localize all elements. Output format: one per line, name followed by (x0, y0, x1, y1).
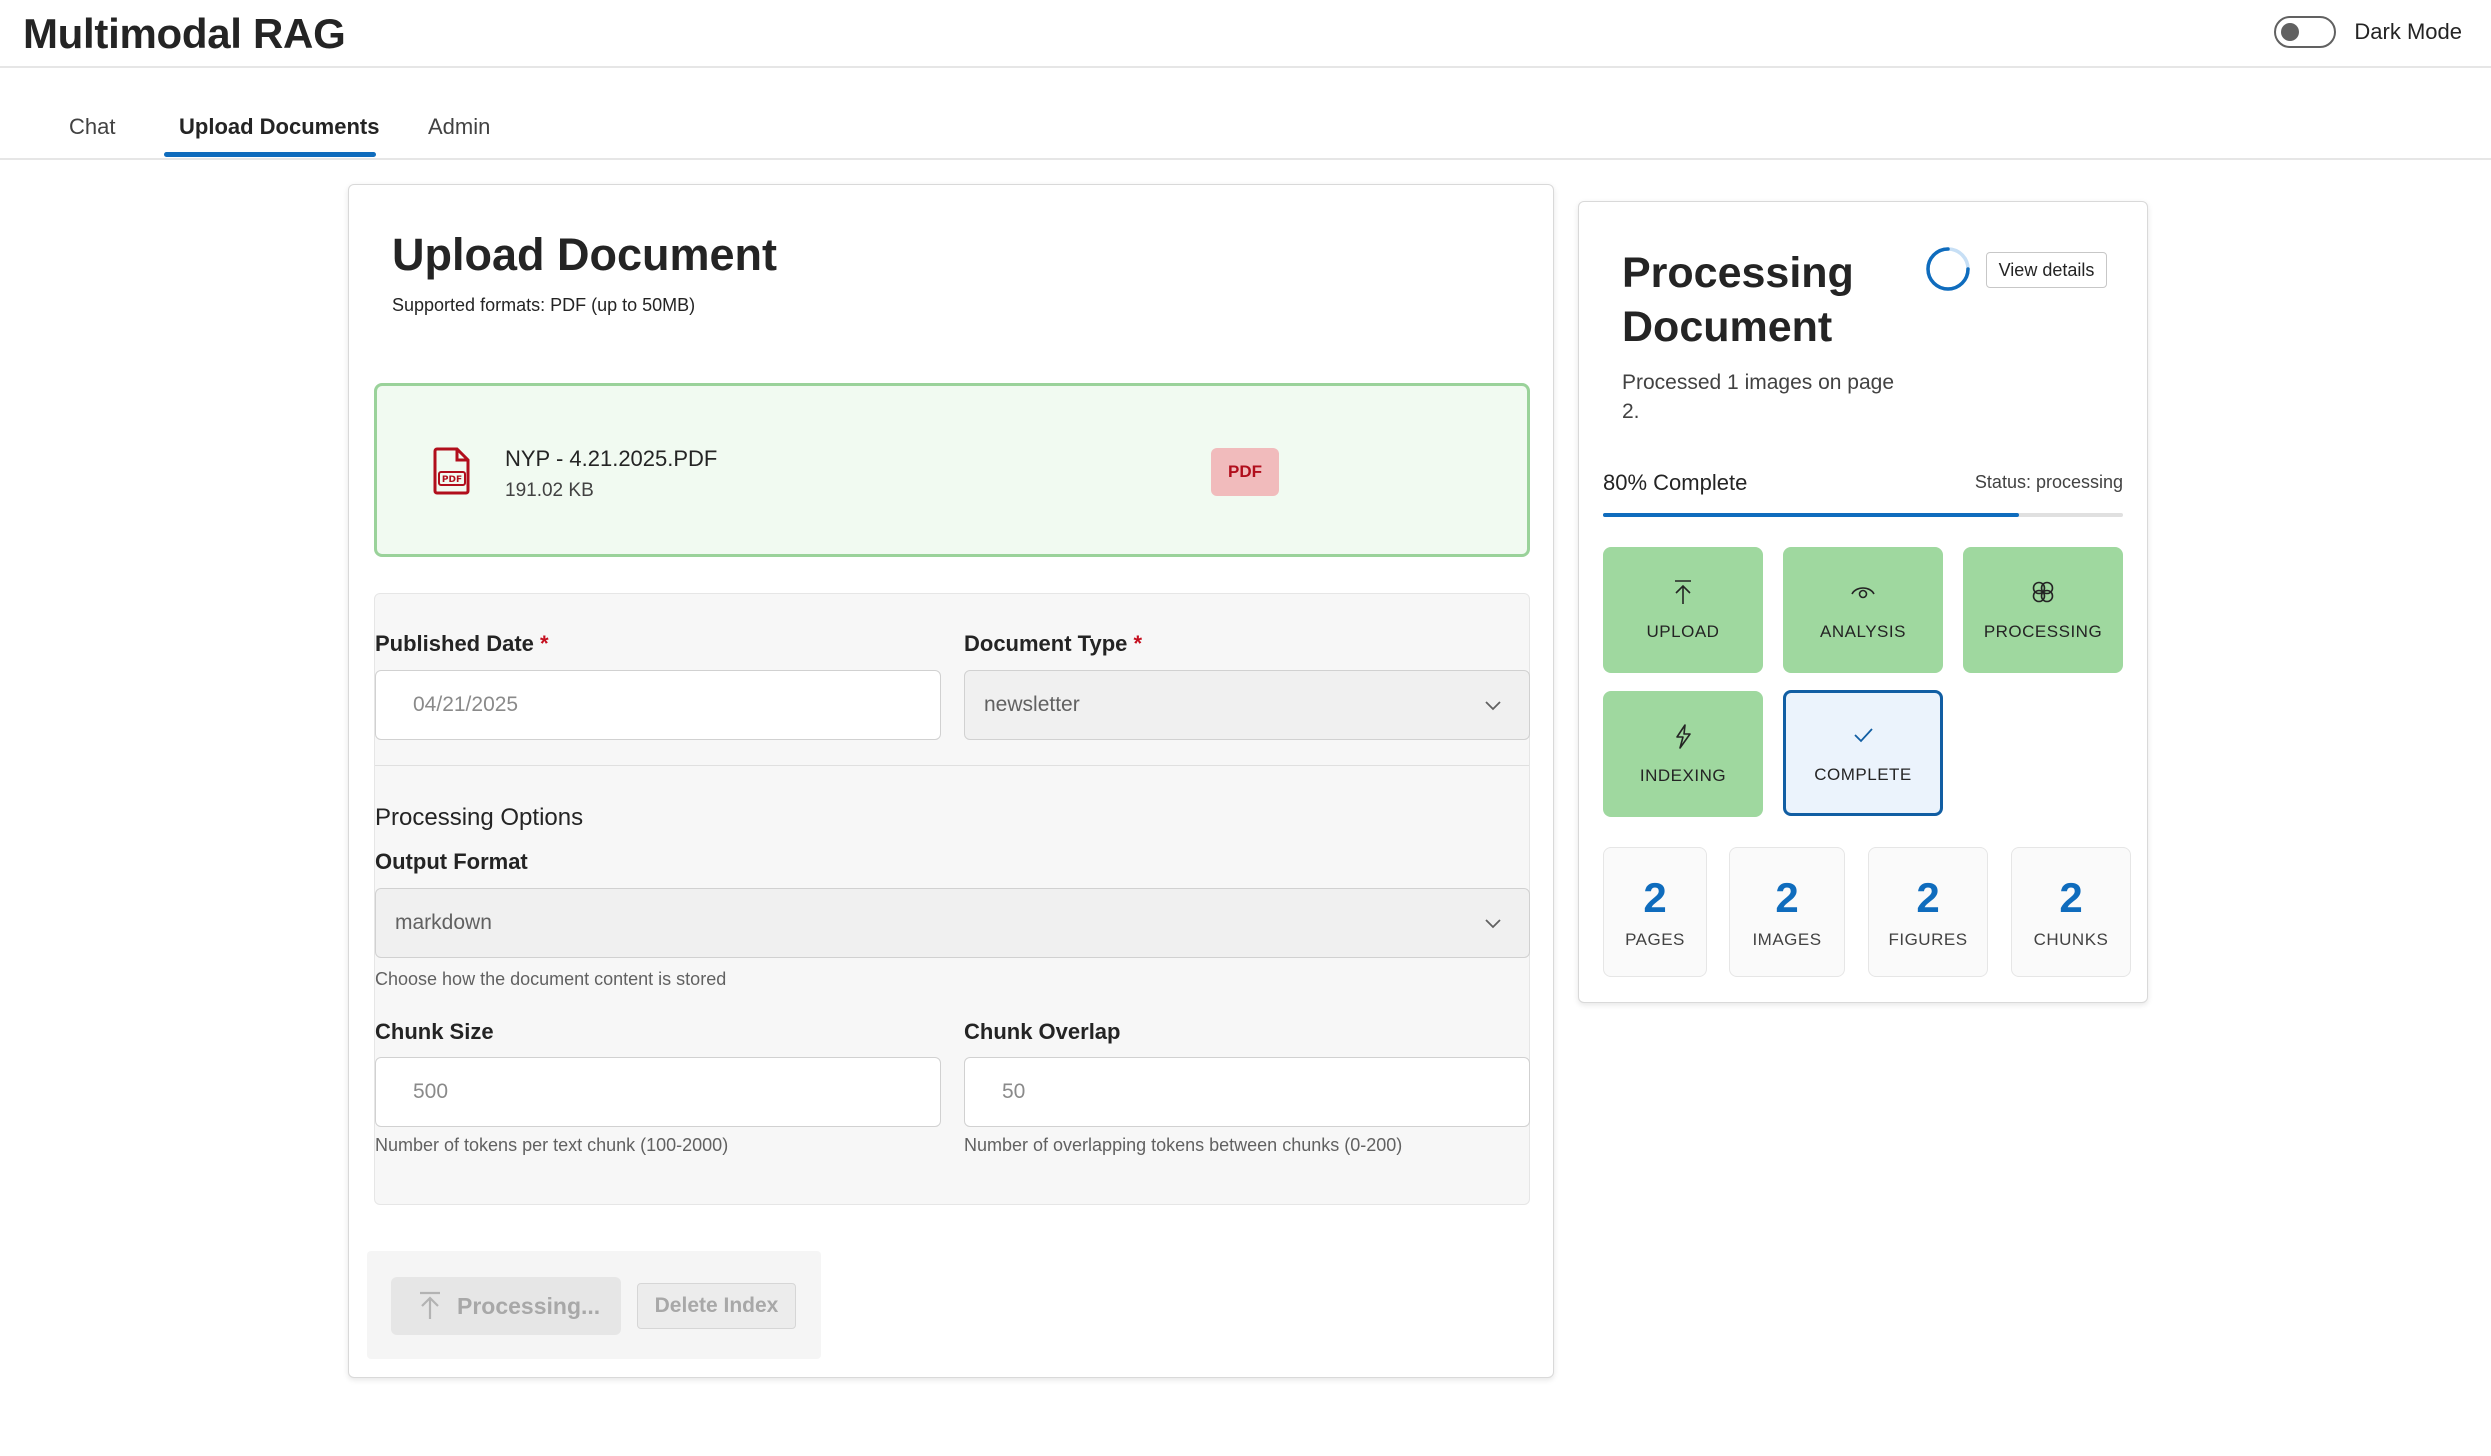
arrow-up-icon (1675, 580, 1691, 604)
step-processing: PROCESSING (1963, 547, 2123, 673)
chunk-overlap-input[interactable]: 50 (964, 1057, 1530, 1127)
chunk-size-input[interactable]: 500 (375, 1057, 941, 1127)
upload-card-title: Upload Document (392, 229, 778, 280)
stat-label: FIGURES (1888, 930, 1968, 949)
step-label: COMPLETE (1814, 765, 1912, 784)
stat-value: 2 (2059, 874, 2083, 921)
dark-mode-toggle[interactable] (2274, 16, 2337, 48)
svg-text:PDF: PDF (442, 475, 462, 485)
flash-icon (1676, 724, 1691, 749)
stat-label: PAGES (1625, 930, 1685, 949)
stat-label: CHUNKS (2033, 930, 2109, 949)
arrow-up-icon (420, 1291, 440, 1319)
pdf-file-icon: PDF (433, 447, 470, 495)
chunk-size-hint: Number of tokens per text chunk (100-200… (375, 1135, 729, 1155)
document-form: Published Date * 04/21/2025 Document Typ… (374, 593, 1530, 1205)
process-button-label: Processing... (457, 1292, 601, 1319)
processing-options-heading: Processing Options (375, 804, 584, 831)
output-format-label: Output Format (375, 849, 528, 874)
step-label: PROCESSING (1983, 622, 2103, 641)
stat-value: 2 (1916, 874, 1940, 921)
app-header: Multimodal RAG Dark Mode (0, 0, 2491, 68)
step-complete: COMPLETE (1783, 690, 1943, 816)
step-indexing: INDEXING (1603, 691, 1763, 817)
output-format-select[interactable]: markdown (375, 888, 1530, 958)
published-date-input[interactable]: 04/21/2025 (375, 670, 941, 740)
chunk-size-label: Chunk Size (375, 1019, 494, 1044)
tab-bar: Chat Upload Documents Admin (0, 68, 2491, 160)
loading-spinner-icon (1926, 247, 1970, 291)
output-format-hint: Choose how the document content is store… (375, 969, 727, 989)
file-type-badge: PDF (1211, 448, 1279, 496)
supported-formats-text: Supported formats: PDF (up to 50MB) (392, 295, 696, 315)
stat-chunks: 2 CHUNKS (2011, 847, 2131, 977)
chunk-overlap-hint: Number of overlapping tokens between chu… (964, 1135, 1403, 1155)
upload-document-card: Upload Document Supported formats: PDF (… (348, 184, 1554, 1378)
delete-index-button[interactable]: Delete Index (637, 1283, 796, 1329)
form-divider (375, 765, 1529, 766)
required-mark: * (540, 631, 549, 656)
view-details-button[interactable]: View details (1986, 252, 2107, 288)
active-tab-indicator (164, 152, 376, 157)
progress-bar (1603, 513, 2123, 517)
checkmark-icon (1854, 728, 1873, 743)
progress-percent: 80% Complete (1603, 470, 1748, 495)
dark-mode-label: Dark Mode (2354, 19, 2462, 44)
chunk-overlap-label: Chunk Overlap (964, 1019, 1121, 1044)
required-mark: * (1133, 631, 1143, 656)
action-buttons: Processing... Delete Index (367, 1251, 821, 1359)
output-format-value: markdown (395, 911, 492, 934)
app-title: Multimodal RAG (23, 10, 346, 57)
document-type-label: Document Type * (964, 631, 1142, 657)
step-analysis: ANALYSIS (1783, 547, 1943, 673)
step-label: INDEXING (1639, 766, 1727, 785)
step-label: ANALYSIS (1820, 622, 1906, 641)
stat-figures: 2 FIGURES (1868, 847, 1988, 977)
processing-status: Status: processing (1974, 472, 2123, 492)
eye-icon (1851, 587, 1875, 599)
process-button[interactable]: Processing... (391, 1277, 621, 1335)
document-type-value: newsletter (984, 693, 1080, 716)
file-name: NYP - 4.21.2025.PDF (505, 446, 718, 471)
processing-message: Processed 1 images on page 2. (1622, 371, 1895, 423)
chevron-down-icon (1485, 919, 1501, 929)
processing-title: Processing Document (1622, 249, 1854, 351)
chevron-down-icon (1485, 701, 1501, 711)
brain-icon (2032, 581, 2054, 603)
processing-status-card: Processing Document View details Process… (1578, 201, 2148, 1003)
stat-images: 2 IMAGES (1729, 847, 1845, 977)
published-date-label-text: Published Date (375, 631, 534, 656)
published-date-label: Published Date * (375, 631, 549, 657)
dark-mode-control: Dark Mode (2274, 16, 2462, 48)
tab-chat[interactable]: Chat (69, 114, 115, 140)
stat-value: 2 (1775, 874, 1799, 921)
selected-file[interactable]: PDF NYP - 4.21.2025.PDF 191.02 KB PDF (374, 383, 1530, 557)
stat-pages: 2 PAGES (1603, 847, 1707, 977)
stat-value: 2 (1643, 874, 1667, 921)
step-label: UPLOAD (1646, 622, 1720, 641)
document-type-select[interactable]: newsletter (964, 670, 1530, 740)
tab-admin[interactable]: Admin (428, 114, 490, 140)
step-upload: UPLOAD (1603, 547, 1763, 673)
tab-upload-documents[interactable]: Upload Documents (179, 114, 379, 140)
file-size: 191.02 KB (505, 480, 594, 501)
stat-label: IMAGES (1752, 930, 1822, 949)
toggle-knob (2281, 23, 2300, 41)
progress-bar-fill (1603, 513, 2019, 517)
document-type-label-text: Document Type (964, 631, 1128, 656)
